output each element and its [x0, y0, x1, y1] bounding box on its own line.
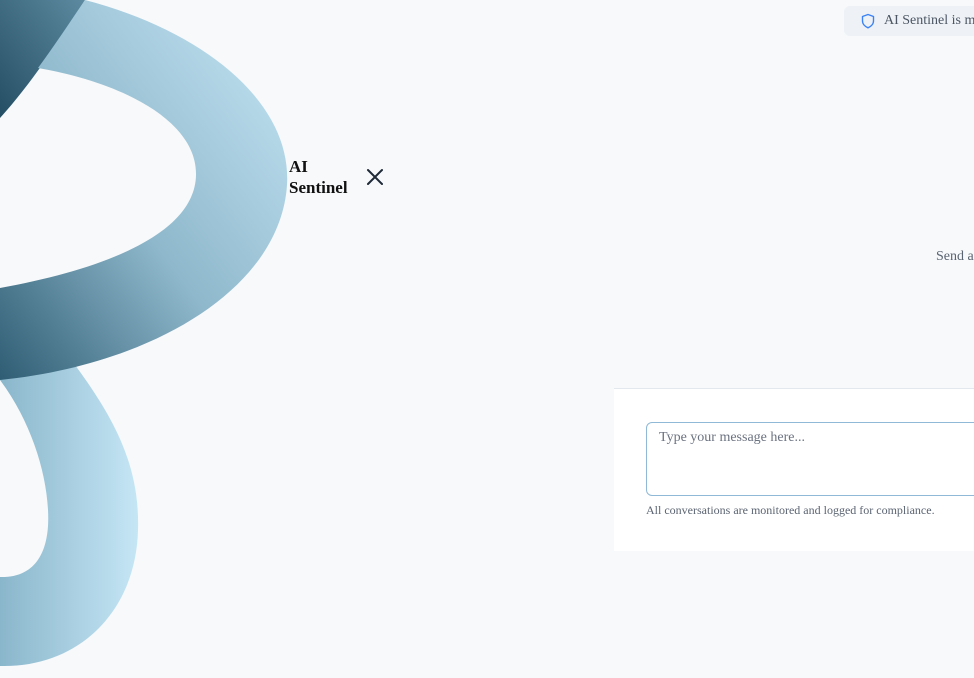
close-button[interactable]	[362, 164, 388, 190]
close-icon	[367, 169, 383, 185]
shield-icon	[861, 13, 875, 29]
logo-ribbon-lower	[0, 345, 139, 667]
chat-page: AI Sentinel AI Sentinel is m Send a All …	[0, 0, 974, 678]
message-composer: All conversations are monitored and logg…	[614, 388, 974, 551]
brand-title: AI Sentinel	[289, 157, 348, 197]
empty-chat-hint: Send a	[936, 249, 974, 264]
status-text: AI Sentinel is m	[884, 13, 974, 28]
compliance-note: All conversations are monitored and logg…	[646, 503, 935, 517]
brand-logo-art	[0, 0, 288, 667]
monitoring-status-badge: AI Sentinel is m	[844, 6, 974, 36]
message-input[interactable]	[646, 422, 974, 496]
